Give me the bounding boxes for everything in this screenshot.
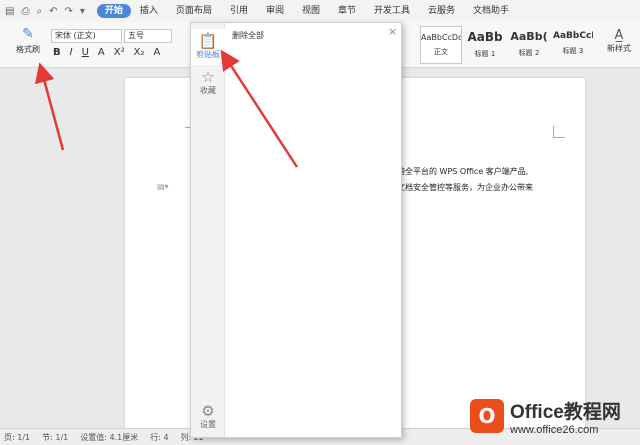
site-watermark: O Office教程网 www.office26.com [470,390,635,442]
arrow-to-clipboard [220,49,299,168]
annotation-arrows [34,49,299,168]
arrow-to-format-painter [34,62,65,151]
watermark-brand: Office教程网 [510,401,621,423]
office-logo-icon: O [470,399,504,433]
watermark-text: Office教程网 www.office26.com [510,397,621,436]
watermark-url: www.office26.com [510,423,599,436]
